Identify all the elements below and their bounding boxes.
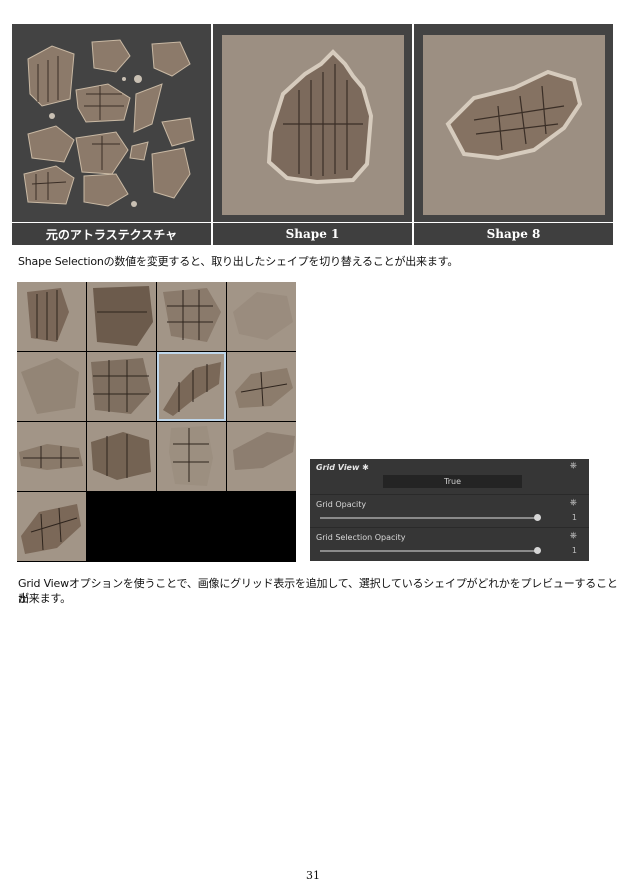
grid-selection-opacity-label: Grid Selection Opacity bbox=[316, 533, 406, 542]
grid-cell bbox=[17, 492, 86, 561]
grid-cell bbox=[157, 282, 226, 351]
grid-cell bbox=[87, 282, 156, 351]
shape-1-image bbox=[213, 24, 412, 222]
grid-view-label: Grid View bbox=[316, 463, 360, 472]
link-settings-icon[interactable]: ⎈ bbox=[570, 531, 577, 541]
shape-1-illustration bbox=[266, 49, 374, 185]
atlas-texture-illustration bbox=[23, 39, 195, 207]
caption-original-atlas: 元のアトラステクスチャ bbox=[12, 223, 211, 245]
grid-opacity-value: 1 bbox=[571, 513, 577, 522]
caption-shape-8: Shape 8 bbox=[414, 223, 613, 245]
shape-8-image bbox=[414, 24, 613, 222]
grid-view-caption-line-2: 出来ます。 bbox=[18, 592, 71, 605]
grid-cell-selected bbox=[157, 352, 226, 421]
grid-cell bbox=[227, 352, 296, 421]
grid-cell bbox=[17, 282, 86, 351]
grid-view-image bbox=[17, 282, 296, 562]
grid-selection-opacity-slider-handle[interactable] bbox=[534, 547, 541, 554]
divider bbox=[310, 527, 589, 528]
atlas-texture-image bbox=[12, 24, 211, 222]
grid-view-caption-line-1: Grid Viewオプションを使うことで、画像にグリッド表示を追加して、選択して… bbox=[18, 577, 618, 605]
asterisk-icon: ✱ bbox=[362, 463, 369, 472]
divider bbox=[310, 494, 589, 495]
grid-cell bbox=[227, 282, 296, 351]
grid-cell bbox=[87, 422, 156, 491]
grid-cell bbox=[17, 352, 86, 421]
link-settings-icon[interactable]: ⎈ bbox=[570, 498, 577, 508]
grid-selection-opacity-value: 1 bbox=[571, 546, 577, 555]
page-number: 31 bbox=[306, 869, 320, 882]
grid-opacity-slider-handle[interactable] bbox=[534, 514, 541, 521]
grid-cell bbox=[17, 422, 86, 491]
grid-cell bbox=[87, 352, 156, 421]
grid-cell bbox=[157, 422, 226, 491]
shape-selection-caption: Shape Selectionの数値を変更すると、取り出したシェイプを切り替える… bbox=[18, 255, 459, 268]
grid-view-title: Grid View ✱ bbox=[316, 463, 369, 472]
grid-selection-opacity-slider-track[interactable] bbox=[320, 550, 537, 552]
grid-cell bbox=[227, 422, 296, 491]
grid-view-toggle[interactable]: True bbox=[383, 475, 522, 488]
shape-8-illustration bbox=[445, 69, 583, 161]
grid-opacity-label: Grid Opacity bbox=[316, 500, 367, 509]
caption-shape-1: Shape 1 bbox=[213, 223, 412, 245]
grid-opacity-slider-track[interactable] bbox=[320, 517, 537, 519]
link-settings-icon[interactable]: ⎈ bbox=[570, 461, 577, 471]
grid-view-settings-panel: Grid View ✱ ⎈ True Grid Opacity ⎈ 1 Grid… bbox=[310, 459, 589, 561]
